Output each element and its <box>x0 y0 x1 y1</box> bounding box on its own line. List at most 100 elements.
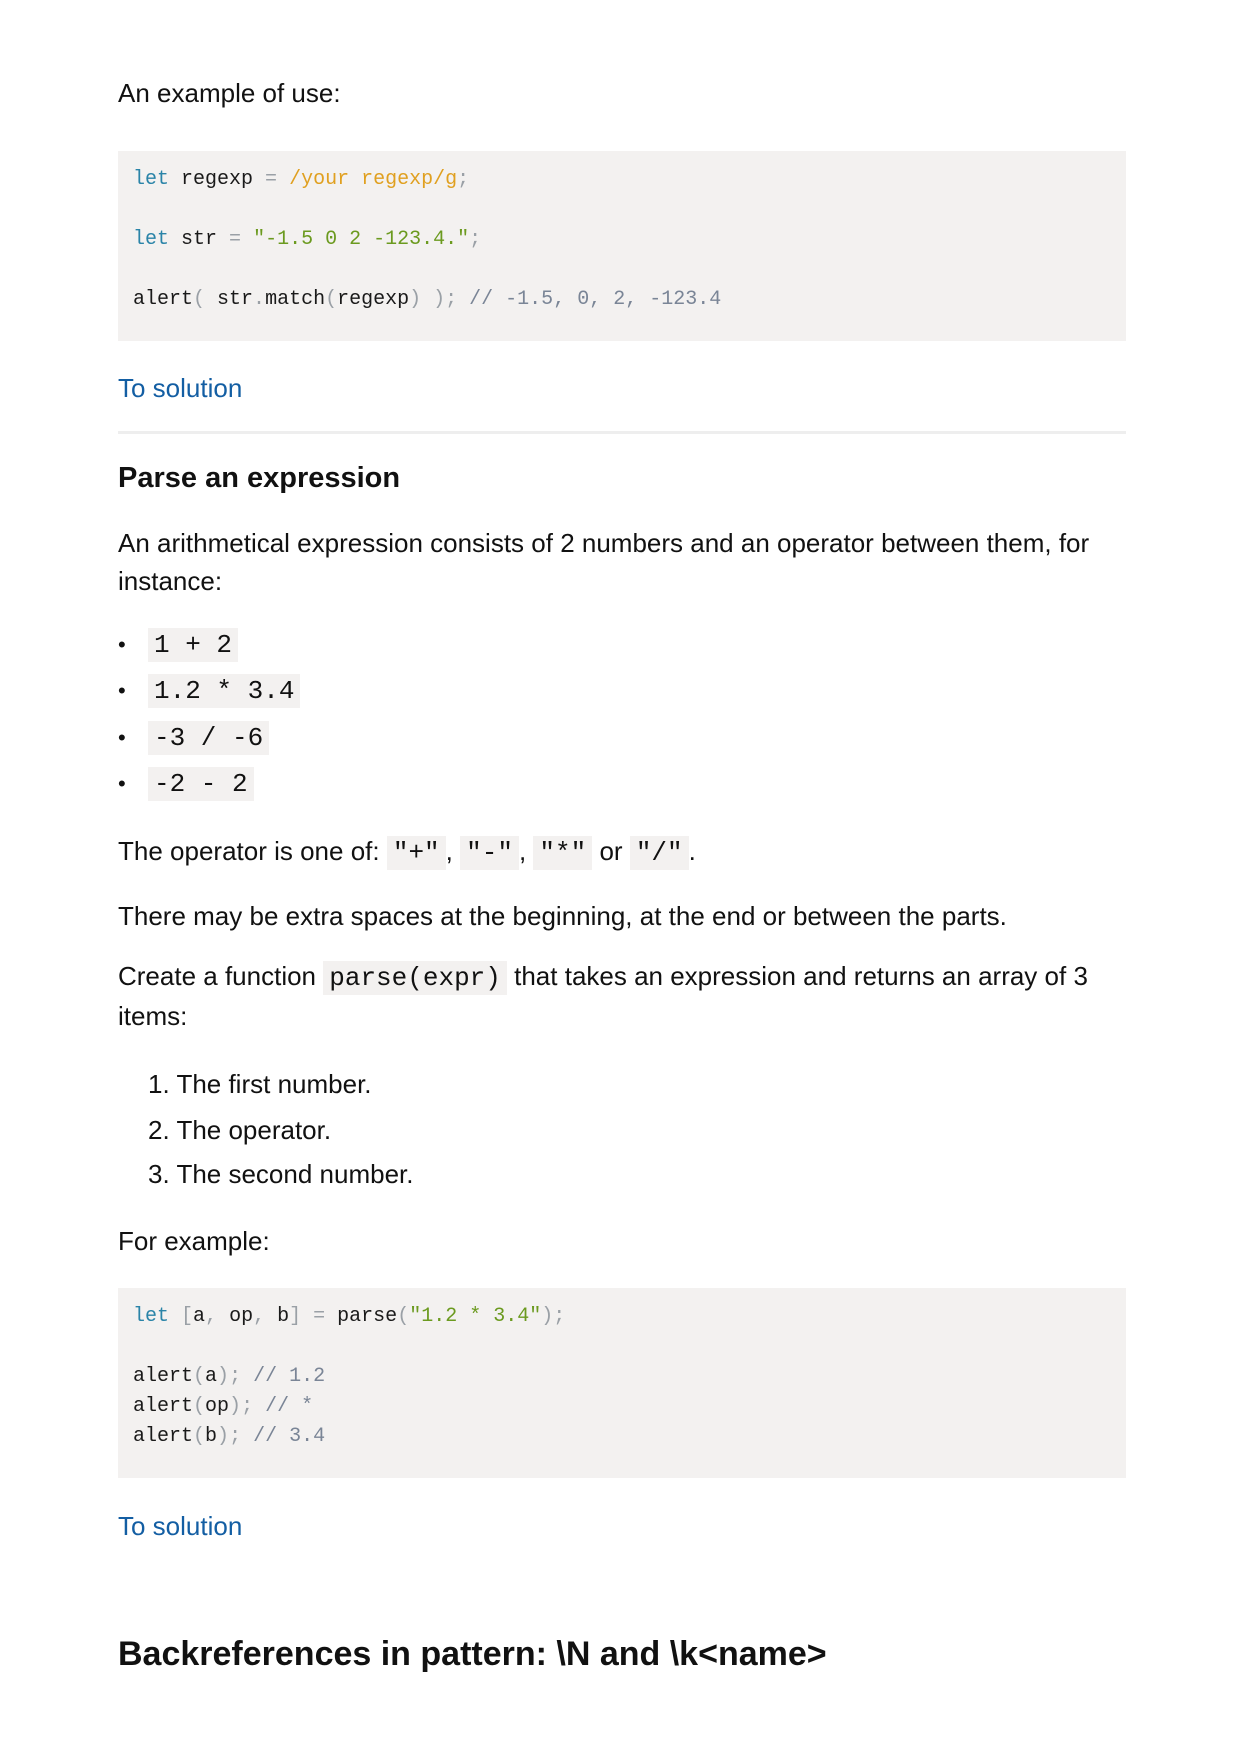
operator-plus: "+" <box>386 836 446 870</box>
code-line: let [a, op, b] = parse("1.2 * 3.4"); <box>133 1302 1111 1332</box>
code-token: str <box>205 288 254 311</box>
code-token: ; <box>457 168 470 191</box>
expression-code: -2 - 2 <box>148 767 254 801</box>
code-token: let <box>133 168 170 191</box>
code-token: op <box>217 1305 254 1328</box>
code-token: ) <box>217 1365 230 1388</box>
code-token: match <box>265 288 326 311</box>
bullet-dot: • <box>118 725 126 750</box>
code-token: let <box>133 1305 170 1328</box>
operator-line: The operator is one of: "+", "-", "*" or… <box>118 832 696 872</box>
code-token: [ <box>181 1305 194 1328</box>
expression-code: 1.2 * 3.4 <box>148 674 301 708</box>
code-token: ( <box>325 288 338 311</box>
section-title: Parse an expression <box>118 462 401 494</box>
list-item-text: The second number. <box>176 1159 414 1189</box>
expression-code: 1 + 2 <box>148 628 239 662</box>
code-token: b <box>205 1425 218 1448</box>
list-item-text: The first number. <box>176 1069 372 1099</box>
code-token: ) <box>229 1395 242 1418</box>
code-line: alert(op); // * <box>133 1392 1111 1422</box>
code-token: ) <box>433 288 446 311</box>
code-token: /your regexp/g <box>289 168 458 191</box>
code-token: = <box>313 1305 326 1328</box>
code-token: alert <box>133 1365 194 1388</box>
code-token: parse <box>325 1305 398 1328</box>
code-token: // 3.4 <box>241 1425 326 1448</box>
code-token: a <box>205 1365 218 1388</box>
create-after: that takes an expression and returns an … <box>514 961 1088 991</box>
comma: , <box>518 836 527 866</box>
code-token: = <box>265 168 278 191</box>
parse-function-code: parse(expr) <box>323 961 507 995</box>
code-line: alert( str.match(regexp) ); // -1.5, 0, … <box>133 285 1111 315</box>
code-token: alert <box>133 1395 194 1418</box>
code-token: ( <box>193 1395 206 1418</box>
code-token: ( <box>193 288 206 311</box>
or-word: or <box>599 836 623 866</box>
list-item: 1. The first number. <box>148 1069 372 1099</box>
intro-paragraph: An arithmetical expression consists of 2… <box>118 528 1090 596</box>
code-line: let str = "-1.5 0 2 -123.4."; <box>133 225 1111 255</box>
code-token: str <box>169 228 230 251</box>
code-token: "1.2 * 3.4" <box>409 1305 542 1328</box>
code-token: ; <box>553 1305 566 1328</box>
code-token: ( <box>397 1305 410 1328</box>
code-token: ; <box>445 288 458 311</box>
code-token: ) <box>541 1305 554 1328</box>
code-block-parse-example: let [a, op, b] = parse("1.2 * 3.4"); ale… <box>118 1288 1126 1478</box>
bullet-dot: • <box>118 632 126 657</box>
period: . <box>688 836 696 866</box>
code-token: a <box>193 1305 206 1328</box>
comma: , <box>445 836 453 866</box>
list-item: • 1.2 * 3.4 <box>118 673 301 709</box>
list-item: 3. The second number. <box>148 1159 414 1189</box>
code-token: , <box>253 1305 266 1328</box>
bullet-dot: • <box>118 771 126 796</box>
code-token: ) <box>409 288 422 311</box>
operator-divide: "/" <box>629 836 689 870</box>
code-token: . <box>253 288 266 311</box>
code-token: let <box>133 228 170 251</box>
code-token: ; <box>229 1365 242 1388</box>
operator-minus: "-" <box>460 836 519 870</box>
list-item: 2. The operator. <box>148 1115 332 1145</box>
expression-code: -3 / -6 <box>148 721 270 755</box>
bullet-dot: • <box>118 678 126 703</box>
list-item: • 1 + 2 <box>118 627 239 663</box>
code-token: alert <box>133 1425 194 1448</box>
to-solution-link-1[interactable]: To solution <box>118 370 242 406</box>
list-item: • -3 / -6 <box>118 720 270 756</box>
code-token: // 1.2 <box>241 1365 326 1388</box>
code-token: , <box>205 1305 218 1328</box>
code-token: ; <box>469 228 482 251</box>
code-token: regexp <box>169 168 266 191</box>
spaces-paragraph: There may be extra spaces at the beginni… <box>118 901 1007 931</box>
operator-multiply: "*" <box>533 836 593 870</box>
code-token: ] <box>289 1305 302 1328</box>
code-token: "-1.5 0 2 -123.4." <box>253 228 470 251</box>
code-token: ( <box>193 1365 206 1388</box>
create-wrap: items: <box>118 1001 188 1031</box>
code-block-regexp-example: let regexp = /your regexp/g; let str = "… <box>118 151 1126 341</box>
create-function-paragraph: Create a function parse(expr) that takes… <box>118 957 1126 1035</box>
code-token: ) <box>217 1425 230 1448</box>
section-divider <box>118 431 1126 434</box>
code-token: b <box>265 1305 290 1328</box>
for-example-text: For example: <box>118 1226 270 1256</box>
create-before: Create a function <box>118 961 317 991</box>
code-token: regexp <box>337 288 410 311</box>
code-line: let regexp = /your regexp/g; <box>133 165 1111 195</box>
code-line: alert(b); // 3.4 <box>133 1422 1111 1452</box>
code-token: // -1.5, 0, 2, -123.4 <box>457 288 722 311</box>
code-token: // * <box>253 1395 314 1418</box>
list-item-text: The operator. <box>176 1115 332 1145</box>
next-section-heading: Backreferences in pattern: \N and \k<nam… <box>118 1635 827 1673</box>
intro-text: An example of use: <box>118 78 341 108</box>
to-solution-link-2[interactable]: To solution <box>118 1508 242 1544</box>
